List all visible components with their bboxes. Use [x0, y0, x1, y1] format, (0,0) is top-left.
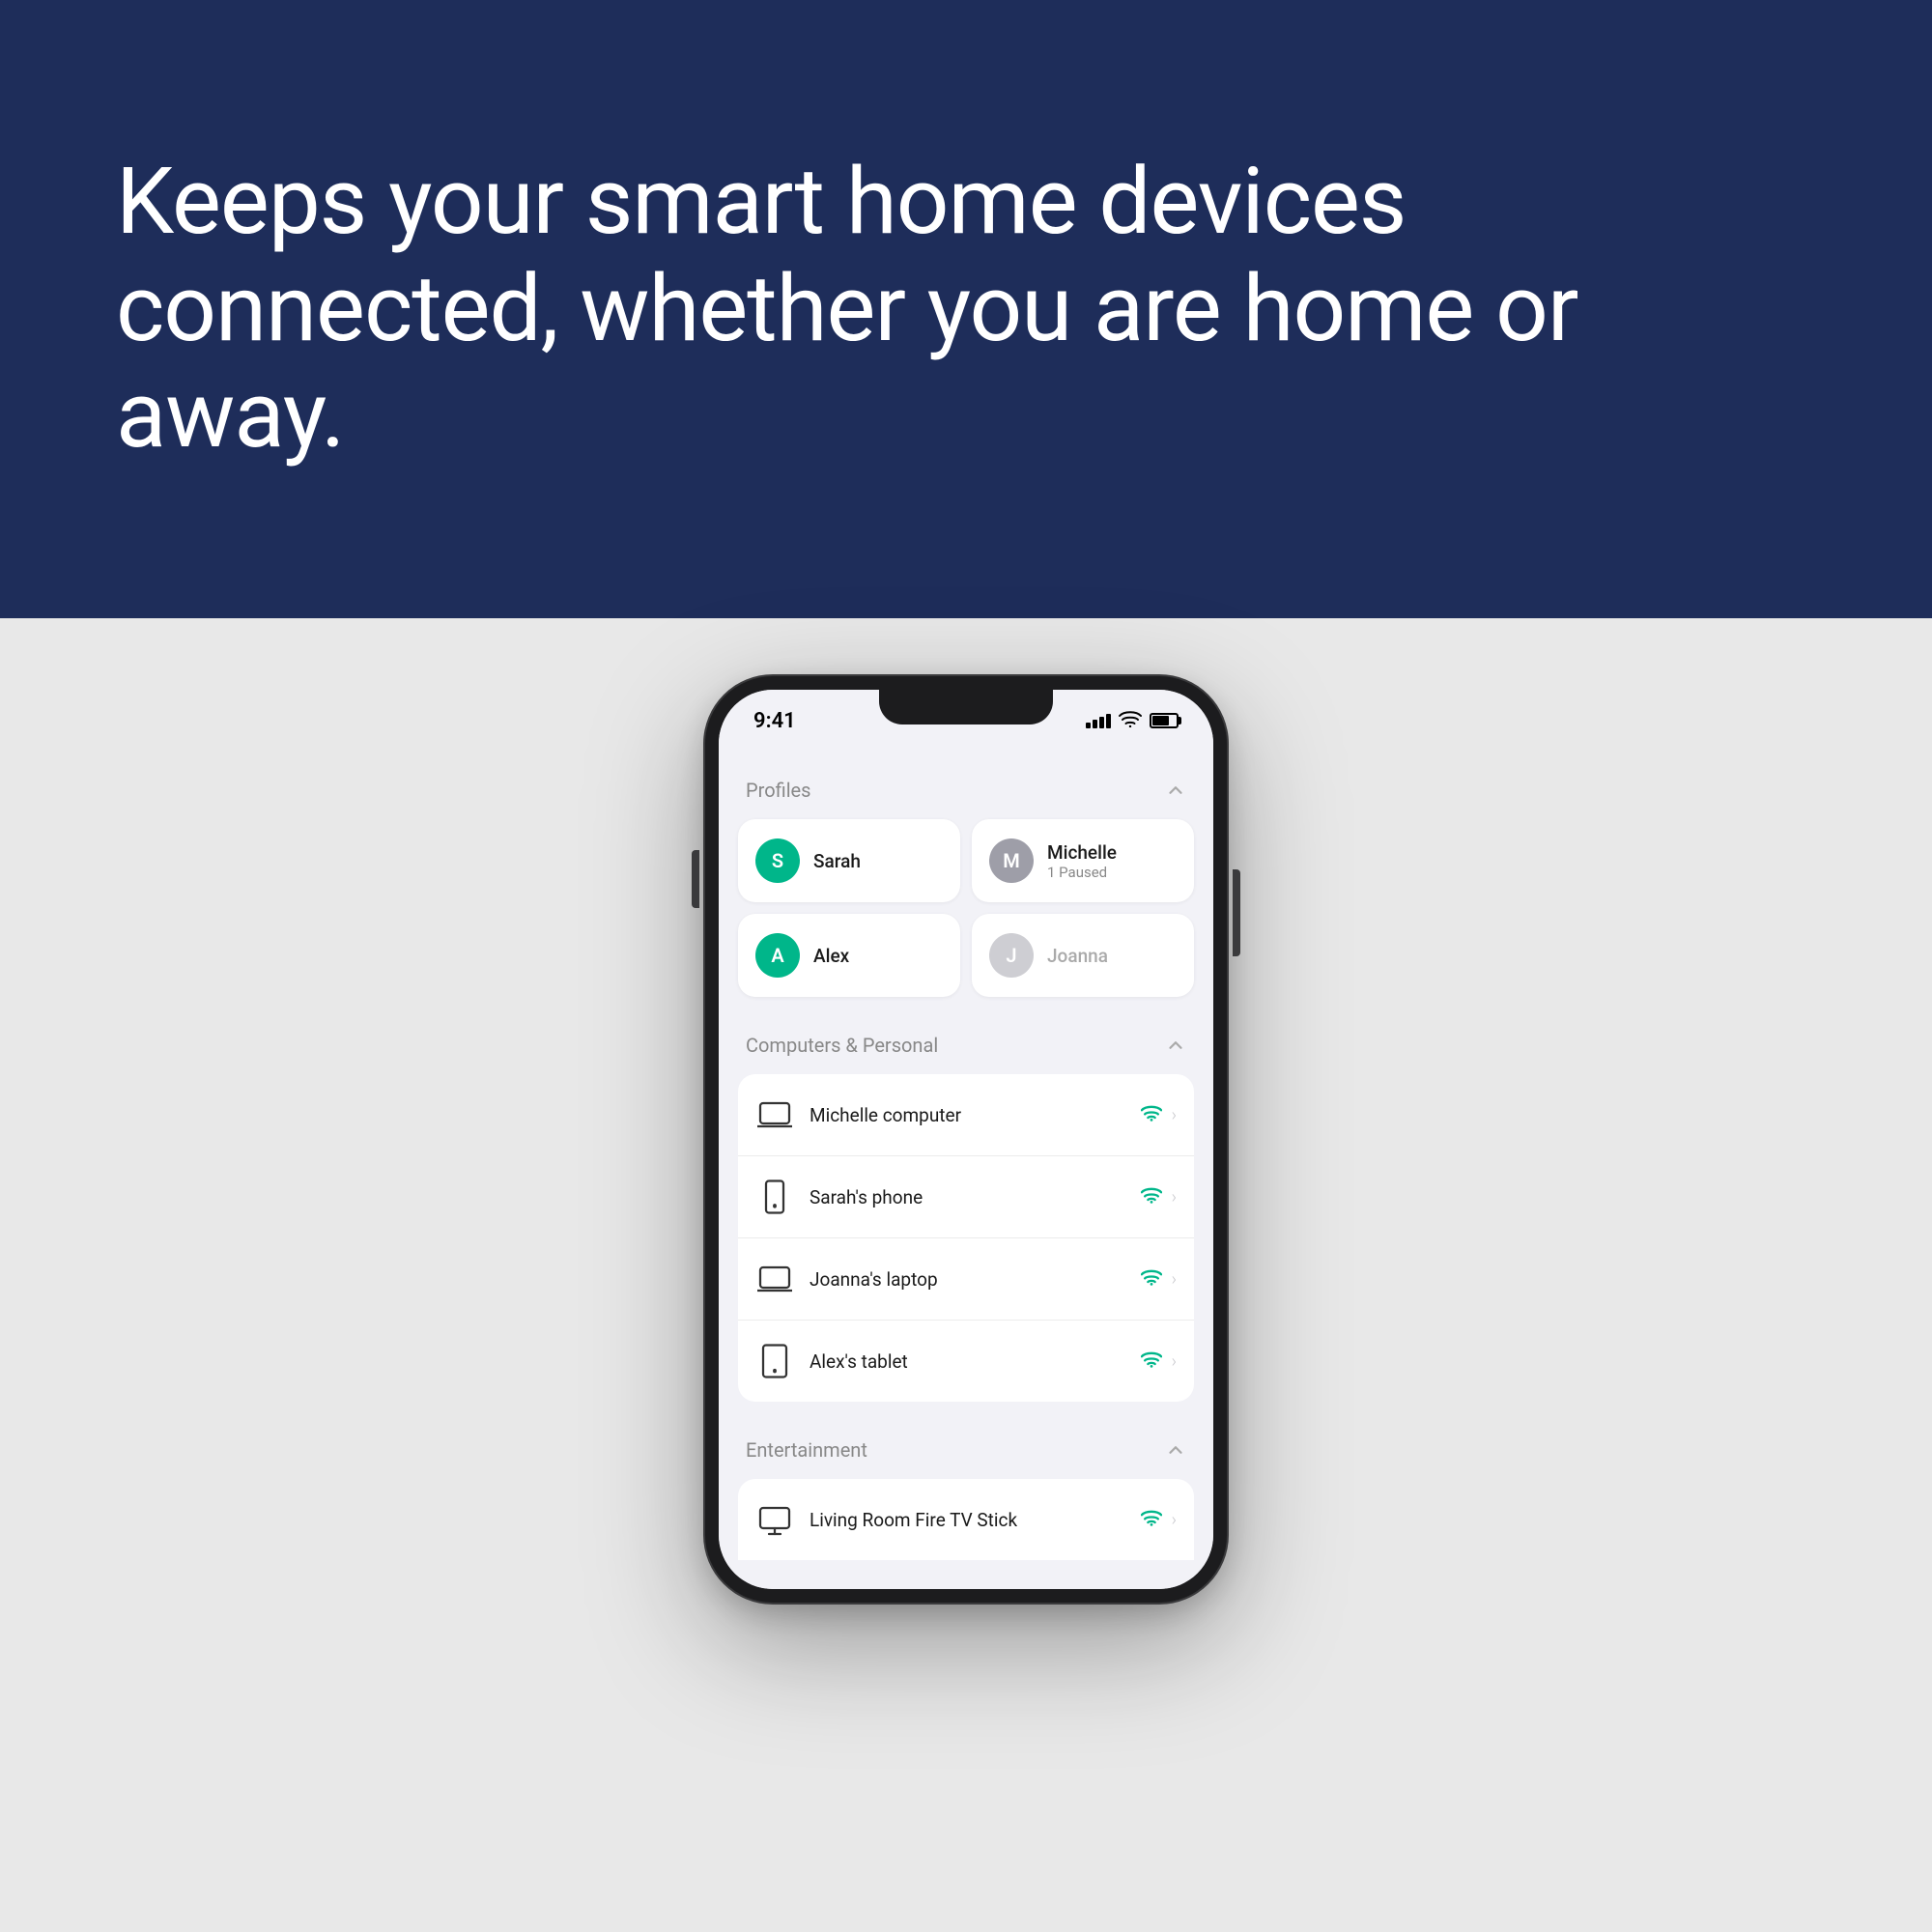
- phone-frame: 9:41: [705, 676, 1227, 1603]
- phone-icon: [755, 1178, 794, 1216]
- avatar-sarah: S: [755, 838, 800, 883]
- chevron-right-icon-3: ›: [1172, 1269, 1177, 1290]
- profiles-grid: S Sarah M Michelle 1 Paused: [719, 819, 1213, 1007]
- profiles-collapse-icon[interactable]: [1165, 780, 1186, 801]
- computers-collapse-icon[interactable]: [1165, 1035, 1186, 1056]
- tv-icon: [755, 1500, 794, 1539]
- battery-icon: [1150, 713, 1179, 728]
- signal-bars-icon: [1086, 714, 1111, 728]
- computers-section-title: Computers & Personal: [746, 1034, 938, 1057]
- hero-banner: Keeps your smart home devices connected,…: [0, 0, 1932, 618]
- device-name-sarahs-phone: Sarah's phone: [810, 1186, 1125, 1208]
- chevron-right-icon: ›: [1172, 1105, 1177, 1125]
- laptop-icon-2: [755, 1260, 794, 1298]
- device-item-michelle-computer[interactable]: Michelle computer ›: [738, 1074, 1194, 1156]
- tablet-icon: [755, 1342, 794, 1380]
- device-name-alexs-tablet: Alex's tablet: [810, 1350, 1125, 1373]
- device-status-michelle-computer: ›: [1141, 1103, 1177, 1127]
- computers-devices-list: Michelle computer ›: [719, 1074, 1213, 1411]
- device-status-sarahs-phone: ›: [1141, 1185, 1177, 1209]
- device-status-alexs-tablet: ›: [1141, 1350, 1177, 1374]
- entertainment-section-title: Entertainment: [746, 1438, 867, 1462]
- chevron-right-icon-2: ›: [1172, 1187, 1177, 1208]
- device-name-joannas-laptop: Joanna's laptop: [810, 1268, 1125, 1291]
- laptop-icon: [755, 1095, 794, 1134]
- computers-section-header: Computers & Personal: [719, 1007, 1213, 1074]
- profile-name-alex: Alex: [813, 945, 849, 967]
- device-status-fire-tv: ›: [1141, 1508, 1177, 1532]
- device-name-fire-tv-stick: Living Room Fire TV Stick: [810, 1509, 1125, 1531]
- device-status-joannas-laptop: ›: [1141, 1267, 1177, 1292]
- wifi-connected-icon-2: [1141, 1185, 1162, 1209]
- profile-name-michelle: Michelle: [1047, 841, 1117, 864]
- profile-name-sarah: Sarah: [813, 850, 861, 872]
- profile-subtitle-michelle: 1 Paused: [1047, 864, 1117, 881]
- entertainment-collapse-icon[interactable]: [1165, 1439, 1186, 1461]
- wifi-connected-icon-3: [1141, 1267, 1162, 1292]
- device-item-alexs-tablet[interactable]: Alex's tablet ›: [738, 1321, 1194, 1402]
- status-icons: [1086, 710, 1179, 732]
- hero-text: Keeps your smart home devices connected,…: [116, 149, 1816, 469]
- avatar-michelle: M: [989, 838, 1034, 883]
- avatar-joanna: J: [989, 933, 1034, 978]
- profile-card-joanna[interactable]: J Joanna: [972, 914, 1194, 997]
- profiles-section-header: Profiles: [719, 752, 1213, 819]
- battery-fill: [1152, 716, 1169, 725]
- phone-screen: 9:41: [719, 690, 1213, 1589]
- status-time: 9:41: [753, 709, 796, 733]
- notch: [879, 690, 1053, 724]
- app-content: Profiles S Sarah: [719, 752, 1213, 1589]
- wifi-status-icon: [1119, 710, 1142, 732]
- chevron-right-icon-5: ›: [1172, 1510, 1177, 1530]
- lower-section: 9:41: [0, 618, 1932, 1932]
- device-name-michelle-computer: Michelle computer: [810, 1104, 1125, 1126]
- device-item-joannas-laptop[interactable]: Joanna's laptop ›: [738, 1238, 1194, 1321]
- wifi-connected-icon: [1141, 1103, 1162, 1127]
- profile-card-sarah[interactable]: S Sarah: [738, 819, 960, 902]
- wifi-connected-icon-5: [1141, 1508, 1162, 1532]
- device-item-sarahs-phone[interactable]: Sarah's phone ›: [738, 1156, 1194, 1238]
- wifi-connected-icon-4: [1141, 1350, 1162, 1374]
- avatar-alex: A: [755, 933, 800, 978]
- profile-card-alex[interactable]: A Alex: [738, 914, 960, 997]
- status-bar: 9:41: [719, 690, 1213, 752]
- profile-name-joanna: Joanna: [1047, 945, 1108, 967]
- chevron-right-icon-4: ›: [1172, 1351, 1177, 1372]
- device-item-fire-tv-stick[interactable]: Living Room Fire TV Stick ›: [738, 1479, 1194, 1560]
- entertainment-section-header: Entertainment: [719, 1411, 1213, 1479]
- profiles-section-title: Profiles: [746, 779, 810, 802]
- profile-card-michelle[interactable]: M Michelle 1 Paused: [972, 819, 1194, 902]
